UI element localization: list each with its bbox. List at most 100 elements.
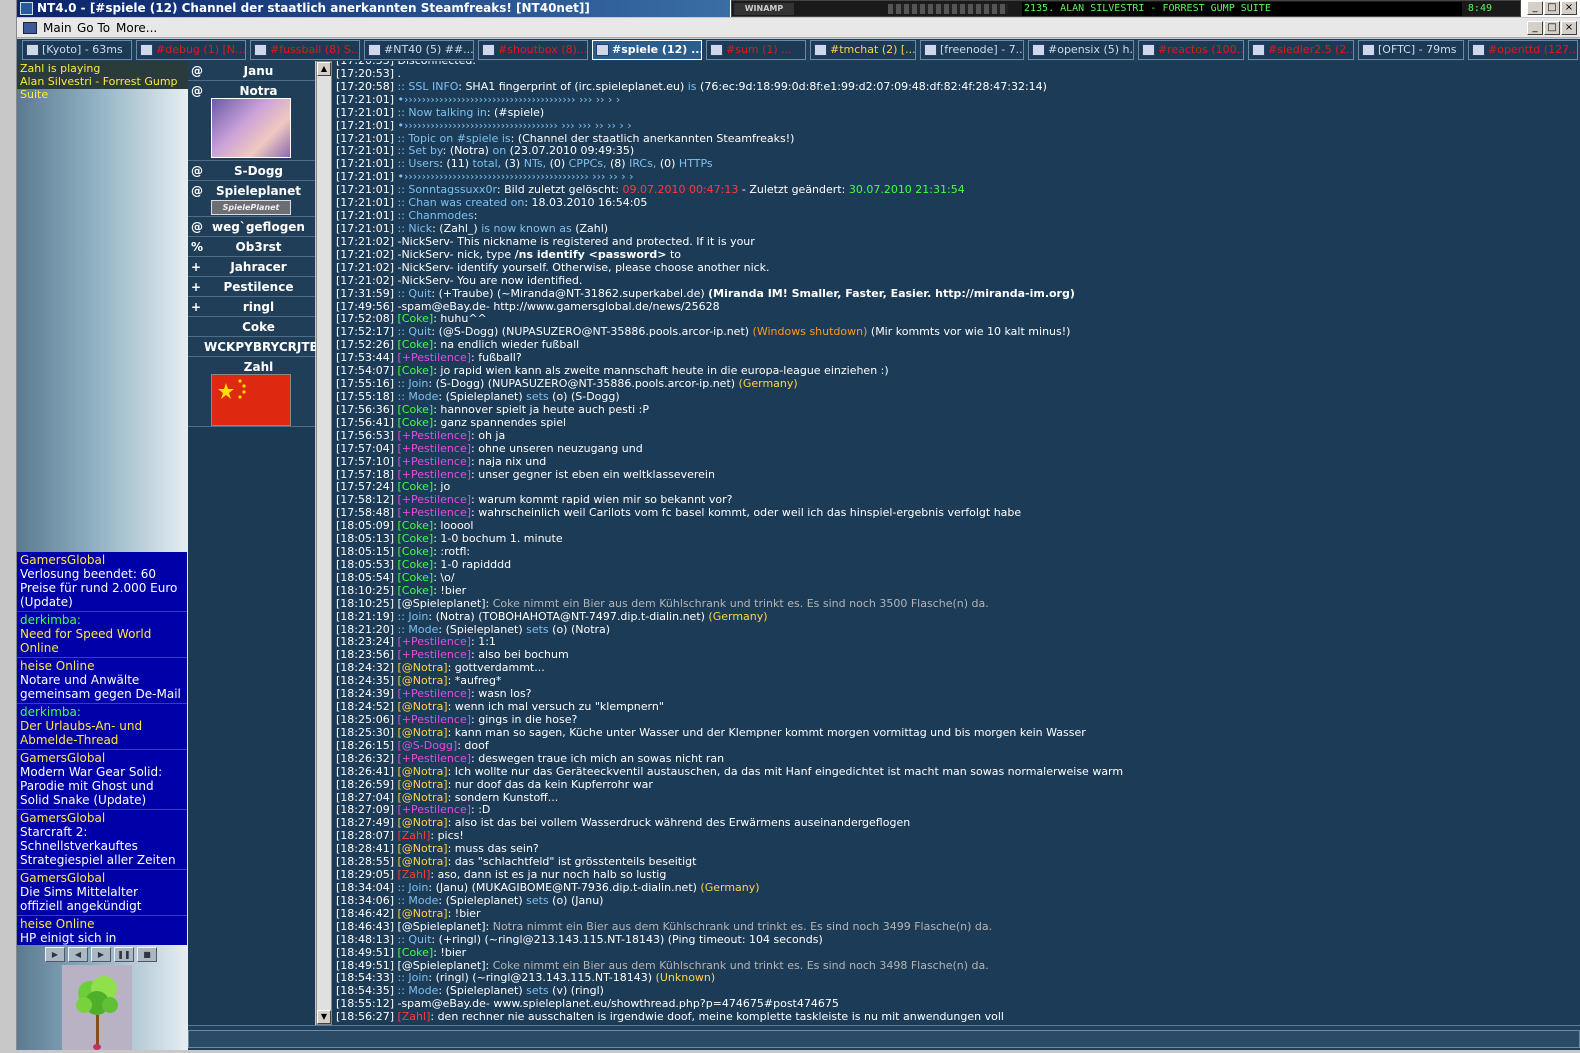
news-headline[interactable]: Notare und Anwälte gemeinsam gegen De-Ma…	[20, 673, 184, 701]
news-source: GamersGlobal	[20, 751, 106, 765]
scroll-up-icon[interactable]: ▲	[317, 62, 331, 76]
news-headline[interactable]: Verlosung beendet: 60 Preise für rund 2.…	[20, 567, 184, 609]
channel-tab[interactable]: [Kyoto] - 63ms	[22, 40, 132, 60]
child-close-button[interactable]: ×	[1561, 21, 1577, 35]
nick-item[interactable]: Coke	[188, 317, 315, 337]
news-item[interactable]: GamersGlobal Verlosung beendet: 60 Preise…	[17, 552, 187, 612]
news-source: derkimba:	[20, 613, 81, 627]
nick-item[interactable]: @ Janu	[188, 61, 315, 81]
nick-name: WCKPYBRYCRJTBA	[204, 340, 328, 354]
scroll-down-icon[interactable]: ▼	[317, 1010, 331, 1024]
channel-tab-bar: [Kyoto] - 63ms #debug (1) [N... #fussball …	[17, 39, 1580, 61]
winamp-track-title: 2135. ALAN SILVESTRI - FORREST GUMP SUIT…	[1022, 2, 1462, 16]
tab-label: #fussball (8) S...	[270, 43, 360, 56]
desktop-left-strip	[0, 0, 17, 1050]
nick-item[interactable]: + Pestilence	[188, 277, 315, 297]
news-source: GamersGlobal	[20, 811, 106, 825]
channel-tab[interactable]: #debug (1) [N...	[136, 40, 246, 60]
nick-item[interactable]: WCKPYBRYCRJTBA	[188, 337, 328, 357]
tab-label: [freenode] - 7...	[940, 43, 1024, 56]
channel-tab[interactable]: #opensix (5) h...	[1028, 40, 1134, 60]
nick-name: Spieleplanet	[216, 184, 301, 198]
chat-line: [18:05:15] [Coke]: :rotfl:	[336, 545, 471, 559]
message-input[interactable]	[188, 1030, 1580, 1048]
news-item[interactable]: derkimba: Der Urlaubs-An- und Abmelde-Thr…	[17, 704, 187, 750]
news-item[interactable]: heise OnlineHP einigt sich in Korruption…	[17, 916, 187, 945]
chat-scrollbar[interactable]: ▲ ▼	[316, 61, 332, 1025]
channel-tab[interactable]: #sum (1) ...	[706, 40, 806, 60]
nick-item[interactable]: % Ob3rst	[188, 237, 315, 257]
news-item[interactable]: GamersGlobal Modern War Gear Solid: Parod…	[17, 750, 187, 810]
input-bar	[188, 1025, 1580, 1050]
tab-label: #reactos (100...	[1158, 43, 1244, 56]
channel-tab[interactable]: #fussball (8) S...	[250, 40, 360, 60]
child-minimize-button[interactable]: _	[1527, 21, 1543, 35]
channel-tab[interactable]: #NT40 (5) ##...	[364, 40, 474, 60]
channel-icon	[1472, 44, 1485, 56]
news-headline[interactable]: HP einigt sich in Korruptionsverfahren m…	[20, 931, 184, 945]
channel-tab[interactable]: #openttd (127...	[1468, 40, 1578, 60]
nick-item[interactable]: @ S-Dogg	[188, 161, 315, 181]
child-restore-button[interactable]: □	[1544, 21, 1560, 35]
maximize-button[interactable]: □	[1544, 1, 1560, 15]
user-mode: +	[191, 260, 202, 274]
nick-item[interactable]: @ Notra	[188, 81, 315, 161]
spieleplanet-logo: SpielePlanet	[211, 200, 291, 215]
channel-tab[interactable]: #shoutbox (8)...	[478, 40, 588, 60]
channel-tab[interactable]: #reactos (100...	[1138, 40, 1244, 60]
menu-goto[interactable]: Go To	[77, 21, 110, 35]
news-headline[interactable]: Need for Speed World Online	[20, 627, 184, 655]
channel-icon	[814, 44, 827, 56]
tab-label: #NT40 (5) ##...	[384, 43, 474, 56]
minimize-button[interactable]: _	[1527, 1, 1543, 15]
news-item[interactable]: GamersGlobal Die Sims Mittelalter offizie…	[17, 870, 187, 916]
channel-icon	[924, 44, 937, 56]
news-headline[interactable]: Die Sims Mittelalter offiziell angekündi…	[20, 885, 184, 913]
channel-icon	[596, 44, 609, 56]
channel-tab[interactable]: #tmchat (2) [...	[810, 40, 916, 60]
tab-label: [OFTC] - 79ms	[1378, 43, 1457, 56]
menu-more[interactable]: More...	[116, 21, 157, 35]
document-icon[interactable]	[23, 22, 37, 34]
chat-line: [17:20:53] Disconnected.	[332, 61, 1580, 68]
previous-icon[interactable]: ◀	[68, 947, 88, 962]
next-icon[interactable]: ▶	[91, 947, 111, 962]
nick-name: S-Dogg	[233, 164, 283, 178]
channel-tab[interactable]: #spiele (12) ...	[592, 40, 702, 60]
chat-line: [18:25:30] [@Notra]: kann man so sagen, …	[336, 725, 1086, 739]
news-item[interactable]: derkimba: Need for Speed World Online	[17, 612, 187, 658]
nick-name: Pestilence	[223, 280, 294, 294]
menu-bar: Main Go To More... _ □ ×	[17, 18, 1580, 38]
tab-label: #opensix (5) h...	[1048, 43, 1134, 56]
close-button[interactable]: ×	[1561, 1, 1577, 15]
channel-tab[interactable]: [OFTC] - 79ms	[1358, 40, 1464, 60]
window-title-area: NT4.0 - [#spiele (12) Channel der staatl…	[17, 0, 730, 17]
nick-item[interactable]: + Jahracer	[188, 257, 315, 277]
news-item[interactable]: heise Online Notare und Anwälte gemeinsam…	[17, 658, 187, 704]
stop-icon[interactable]: ■	[137, 947, 157, 962]
title-bar: NT4.0 - [#spiele (12) Channel der staatl…	[17, 0, 1580, 17]
user-mode: +	[191, 280, 202, 294]
nick-item[interactable]: @ weg`geflogen	[188, 217, 315, 237]
news-headline[interactable]: Starcraft 2: Schnellstverkauftes Strateg…	[20, 825, 184, 867]
user-mode: @	[191, 220, 203, 234]
nick-item[interactable]: + ringl	[188, 297, 315, 317]
play-icon[interactable]: ▶	[45, 947, 65, 962]
pause-icon[interactable]: ❚❚	[114, 947, 134, 962]
app-icon	[20, 2, 33, 15]
news-item[interactable]: GamersGlobal Starcraft 2: Schnellstverkau…	[17, 810, 187, 870]
channel-icon	[26, 44, 39, 56]
chat-line: [18:56:27] [Zahl]: den rechner nie aussc…	[336, 1010, 1004, 1024]
menu-main[interactable]: Main	[43, 21, 72, 35]
nick-item[interactable]: @ Spieleplanet SpielePlanet	[188, 181, 315, 217]
channel-tab[interactable]: [freenode] - 7...	[920, 40, 1024, 60]
nick-name: Janu	[243, 64, 274, 78]
nick-item[interactable]: Zahl	[188, 357, 315, 427]
channel-tab[interactable]: #siedler2.5 (2...	[1248, 40, 1354, 60]
chat-line: [18:05:13] [Coke]: 1-0 bochum 1. minute	[336, 532, 563, 546]
news-headline[interactable]: Modern War Gear Solid: Parodie mit Ghost…	[20, 765, 184, 807]
news-headline[interactable]: Der Urlaubs-An- und Abmelde-Thread	[20, 719, 184, 747]
channel-icon	[1142, 44, 1155, 56]
winamp-controls[interactable]	[888, 4, 1008, 14]
now-playing-status: Zahl is playing	[20, 62, 101, 75]
